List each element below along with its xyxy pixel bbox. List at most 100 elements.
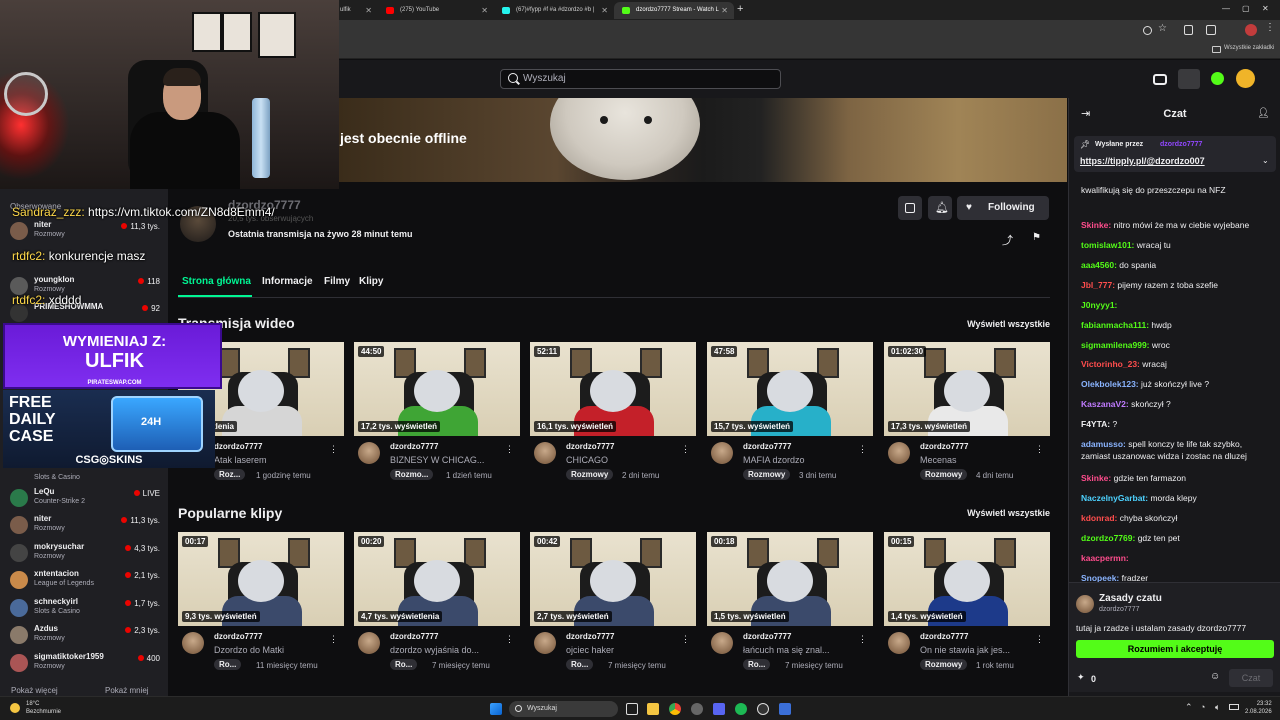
volume-icon[interactable]: 🔈︎ — [1215, 702, 1220, 713]
chat-users-icon[interactable]: 👤︎ — [1257, 108, 1270, 119]
channel-avatar[interactable] — [888, 442, 910, 464]
chat-send-button[interactable]: Czat — [1229, 669, 1273, 687]
gift-button[interactable] — [898, 196, 922, 220]
browser-tab-4[interactable]: dzordzo7777 Stream - Watch L ✕ — [614, 2, 734, 19]
chat-username[interactable]: F4YTA: — [1081, 419, 1110, 429]
sidebar-item-schneckyirl[interactable]: schneckyirl Slots & Casino 1,7 tys. — [10, 597, 160, 623]
chevron-down-icon[interactable]: ⌄ — [1262, 156, 1269, 165]
maximize-icon[interactable]: ▢ — [1242, 4, 1250, 13]
points-icon[interactable]: ✦ — [1077, 672, 1085, 683]
pinned-message[interactable]: 📌︎ Wysłane przez dzordzo7777 https://tip… — [1074, 136, 1276, 172]
category-tag[interactable]: Ro... — [214, 659, 242, 670]
chat-username[interactable]: KaszanaV2: — [1081, 399, 1129, 409]
chat-username[interactable]: Olekbolek123: — [1081, 379, 1139, 389]
chrome-icon[interactable] — [669, 703, 681, 715]
card-title[interactable]: CHICAGO — [566, 455, 686, 465]
profile-icon[interactable] — [1245, 24, 1257, 36]
clip-card[interactable]: 00:15 1,4 tys. wyświetleń dzordzo7777 On ni… — [884, 532, 1050, 682]
taskview-icon[interactable] — [626, 703, 638, 715]
show-less-link[interactable]: Pokaż mniej — [105, 686, 149, 695]
chat-username[interactable]: J0nyyy1: — [1081, 300, 1117, 310]
channel-avatar[interactable] — [358, 632, 380, 654]
thumbnail[interactable]: 00:42 2,7 tys. wyświetleń — [530, 532, 696, 626]
category-tag[interactable]: Ro... — [743, 659, 771, 670]
card-channel-name[interactable]: dzordzo7777 — [390, 442, 438, 451]
more-options-icon[interactable]: ⋮ — [505, 444, 514, 455]
zoom-icon[interactable] — [1143, 26, 1152, 35]
chat-username[interactable]: NaczelnyGarbat: — [1081, 493, 1148, 503]
channel-avatar[interactable] — [711, 442, 733, 464]
layout-icon[interactable] — [1178, 69, 1200, 89]
clip-card[interactable]: 00:17 9,3 tys. wyświetleń dzordzo7777 Dzord… — [178, 532, 344, 682]
card-channel-name[interactable]: dzordzo7777 — [566, 632, 614, 641]
all-bookmarks-label[interactable]: Wszystkie zakładki — [1224, 45, 1274, 51]
card-channel-name[interactable]: dzordzo7777 — [920, 632, 968, 641]
thumbnail[interactable]: 01:02:30 17,3 tys. wyświetleń — [884, 342, 1050, 436]
more-options-icon[interactable]: ⋮ — [858, 634, 867, 645]
card-title[interactable]: Dzordzo do Matki — [214, 645, 334, 655]
close-tab-icon[interactable]: ✕ — [365, 2, 372, 19]
chat-username[interactable]: adamusso: — [1081, 439, 1126, 449]
sidebar-item-lequ[interactable]: LeQu Counter-Strike 2 LIVE — [10, 487, 160, 513]
show-more-link[interactable]: Pokaż więcej — [11, 686, 58, 695]
obs-icon[interactable] — [757, 703, 769, 715]
card-channel-name[interactable]: dzordzo7777 — [743, 632, 791, 641]
chat-username[interactable]: Victorinho_23: — [1081, 359, 1140, 369]
card-channel-name[interactable]: dzordzo7777 — [214, 442, 262, 451]
weather-widget[interactable]: 18°C Bezchmurnie — [26, 700, 61, 716]
card-channel-name[interactable]: dzordzo7777 — [566, 442, 614, 451]
close-tab-icon[interactable]: ✕ — [481, 2, 488, 19]
discord-icon[interactable] — [713, 703, 725, 715]
browser-tab-1[interactable]: ulfik ✕ — [340, 2, 378, 19]
more-options-icon[interactable]: ⋮ — [858, 444, 867, 455]
videos-see-all-link[interactable]: Wyświetl wszystkie — [967, 319, 1050, 329]
clip-card[interactable]: 00:42 2,7 tys. wyświetleń dzordzo7777 ojcie… — [530, 532, 696, 682]
sidepanel-icon[interactable] — [1206, 25, 1216, 35]
tray-chevron-icon[interactable]: ⌃ — [1185, 702, 1193, 713]
video-card[interactable]: 01:02:30 17,3 tys. wyświetleń dzordzo7777 M… — [884, 342, 1050, 492]
sidebar-item-sigmatiktoker1959[interactable]: sigmatiktoker1959 Rozmowy 400 — [10, 652, 160, 678]
theater-icon[interactable] — [1153, 74, 1167, 85]
taskbar-search[interactable]: Wyszukaj — [509, 701, 618, 717]
more-options-icon[interactable]: ⋮ — [1035, 444, 1044, 455]
new-tab-button[interactable]: + — [737, 3, 743, 15]
thumbnail[interactable]: 00:18 1,5 tys. wyświetleń — [707, 532, 873, 626]
thumbnail[interactable]: 00:20 4,7 tys. wyświetlenia — [354, 532, 520, 626]
close-tab-icon[interactable]: ✕ — [601, 2, 608, 19]
minimize-icon[interactable]: — — [1222, 4, 1230, 13]
start-icon[interactable] — [490, 703, 502, 715]
card-title[interactable]: Mecenas — [920, 455, 1040, 465]
sidebar-item-mokrysuchar[interactable]: mokrysuchar Rozmowy 4,3 tys. — [10, 542, 160, 568]
channel-avatar[interactable] — [888, 632, 910, 654]
channel-avatar[interactable] — [711, 632, 733, 654]
video-card[interactable]: 52:11 16,1 tys. wyświetleń dzordzo7777 CHIC… — [530, 342, 696, 492]
card-channel-name[interactable]: dzordzo7777 — [920, 442, 968, 451]
chat-username[interactable]: kdonrad: — [1081, 513, 1117, 523]
category-tag[interactable]: Rozmowy — [566, 469, 614, 480]
chat-username[interactable]: Skinke: — [1081, 473, 1111, 483]
card-title[interactable]: MAFIA dzordzo — [743, 455, 863, 465]
thumbnail[interactable]: 52:11 16,1 tys. wyświetleń — [530, 342, 696, 436]
more-options-icon[interactable]: ⋮ — [329, 444, 338, 455]
chat-username[interactable]: dzordzo7769: — [1081, 533, 1135, 543]
notifications-button[interactable]: 🔔︎ — [928, 196, 952, 220]
channel-avatar[interactable] — [534, 442, 556, 464]
thumbnail[interactable]: 44:50 17,2 tys. wyświetleń — [354, 342, 520, 436]
card-title[interactable]: Atak laserem — [214, 455, 334, 465]
extensions-icon[interactable] — [1184, 25, 1193, 35]
channel-avatar[interactable] — [534, 632, 556, 654]
search-input[interactable]: Wyszukaj — [500, 69, 781, 89]
chat-username[interactable]: kaacpermn: — [1081, 553, 1129, 563]
explorer-icon[interactable] — [647, 703, 659, 715]
card-title[interactable]: ojciec haker — [566, 645, 686, 655]
category-tag[interactable]: Rozmowy — [920, 469, 968, 480]
more-options-icon[interactable]: ⋮ — [1035, 634, 1044, 645]
more-options-icon[interactable]: ⋮ — [681, 634, 690, 645]
app-icon[interactable] — [779, 703, 791, 715]
category-tag[interactable]: Rozmowy — [920, 659, 968, 670]
category-tag[interactable]: Roz... — [214, 469, 246, 480]
sidebar-item-niter[interactable]: niter Rozmowy 11,3 tys. — [10, 514, 160, 540]
more-options-icon[interactable]: ⋮ — [681, 444, 690, 455]
chat-username[interactable]: fabianmacha111: — [1081, 320, 1149, 330]
card-channel-name[interactable]: dzordzo7777 — [743, 442, 791, 451]
